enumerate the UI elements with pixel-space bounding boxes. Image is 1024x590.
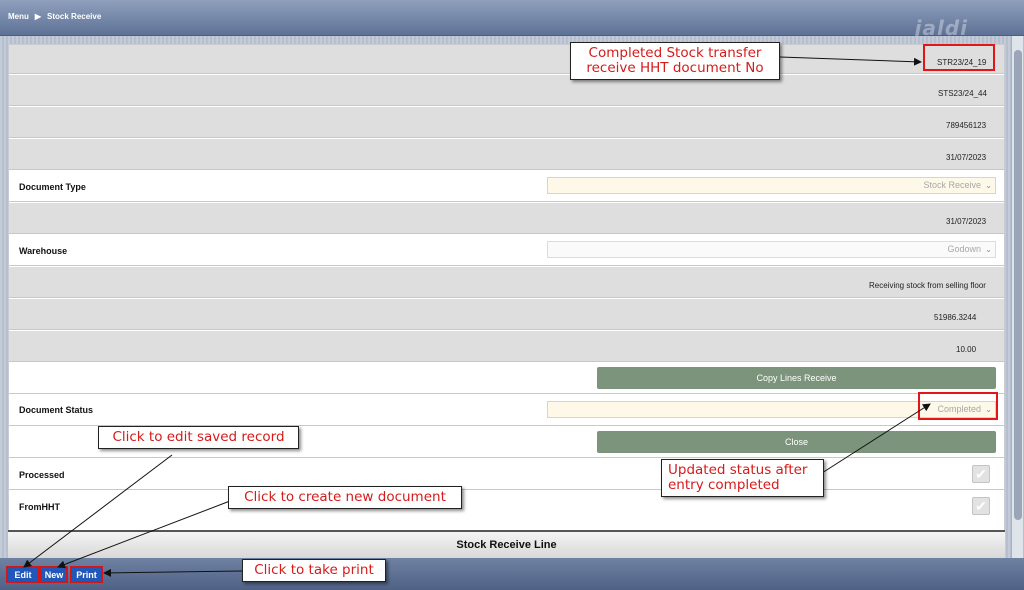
row-account-date: 31/07/2023 (9, 203, 1004, 234)
doc-no-callout: Completed Stock transfer receive HHT doc… (570, 42, 780, 80)
scrollbar-thumb[interactable] (1014, 50, 1022, 520)
quantity-value: 10.00 (956, 345, 977, 354)
breadcrumb-arrow-icon: ▶ (34, 12, 42, 21)
copy-lines-receive-button[interactable]: Copy Lines Receive (597, 367, 996, 389)
document-type-select[interactable]: Stock Receive ⌄ (547, 177, 996, 194)
stock-receive-line-header[interactable]: Stock Receive Line (8, 530, 1005, 558)
description-value: Receiving stock from selling floor (869, 281, 986, 290)
processed-checkbox[interactable]: ✔ (972, 465, 990, 483)
print-button[interactable]: Print (70, 566, 103, 583)
doc-no-highlight-box (923, 44, 995, 71)
checkmark-icon: ✔ (975, 498, 987, 514)
close-button[interactable]: Close (597, 431, 996, 453)
row-description: Receiving stock from selling floor (9, 267, 1004, 298)
vertical-scrollbar[interactable] (1011, 36, 1023, 558)
row-amount: 51986.3244 (9, 299, 1004, 330)
row-quantity: 10.00 (9, 331, 1004, 362)
from-hht-label: FromHHT (19, 502, 60, 512)
document-type-value: Stock Receive (923, 180, 981, 190)
amount-value: 51986.3244 (934, 313, 977, 322)
number-value: 789456123 (946, 121, 987, 130)
status-callout: Updated status after entry completed (661, 459, 824, 497)
row-document-type: Document Type Stock Receive ⌄ (9, 171, 1004, 202)
page-title: Stock Receive (47, 12, 102, 21)
reference-no-value: STS23/24_44 (938, 89, 987, 98)
edit-callout: Click to edit saved record (98, 426, 299, 449)
menu-link[interactable]: Menu (8, 12, 29, 21)
status-highlight-box (918, 392, 998, 420)
row-date: 31/07/2023 (9, 139, 1004, 170)
new-button[interactable]: New (40, 566, 68, 583)
row-reference-no: STS23/24_44 (9, 75, 1004, 106)
account-date-value: 31/07/2023 (946, 217, 987, 226)
new-callout: Click to create new document (228, 486, 462, 509)
edit-button[interactable]: Edit (6, 566, 40, 583)
top-header-bar: Menu ▶ Stock Receive jaldi (0, 0, 1024, 40)
print-callout: Click to take print (242, 559, 386, 582)
warehouse-label: Warehouse (19, 246, 68, 256)
warehouse-select[interactable]: Godown ⌄ (547, 241, 996, 258)
row-from-hht: FromHHT ✔ (9, 491, 1004, 522)
row-processed: Processed ✔ (9, 459, 1004, 490)
document-type-label: Document Type (19, 182, 86, 192)
row-number: 789456123 (9, 107, 1004, 138)
warehouse-value: Godown (947, 244, 981, 254)
stock-receive-form: STR23/24_19 STS23/24_44 789456123 31/07/… (8, 44, 1005, 552)
row-document-no: STR23/24_19 (9, 45, 1004, 74)
chevron-down-icon: ⌄ (985, 181, 992, 190)
processed-label: Processed (19, 470, 65, 480)
row-document-status: Document Status Completed ⌄ (9, 395, 1004, 426)
main-content: STR23/24_19 STS23/24_44 789456123 31/07/… (0, 36, 1024, 558)
date-value: 31/07/2023 (946, 153, 987, 162)
from-hht-checkbox[interactable]: ✔ (972, 497, 990, 515)
checkmark-icon: ✔ (975, 466, 987, 482)
bottom-toolbar: Edit New Print (0, 558, 1024, 590)
chevron-down-icon: ⌄ (985, 245, 992, 254)
row-warehouse: Warehouse Godown ⌄ (9, 235, 1004, 266)
row-copy-lines: Copy Lines Receive (9, 363, 1004, 394)
document-status-label: Document Status (19, 405, 94, 415)
breadcrumb: Menu ▶ Stock Receive (8, 12, 101, 21)
